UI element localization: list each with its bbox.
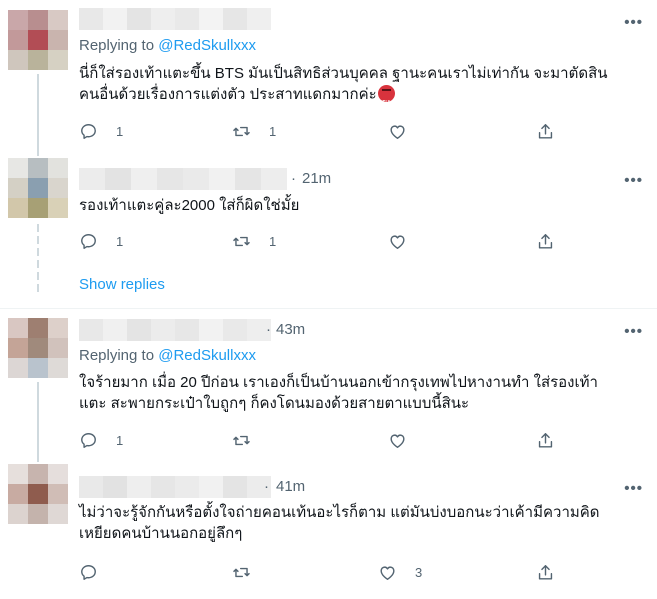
- like-count: 3: [415, 564, 423, 580]
- tweet-text: นี่ก็ใส่รองเท้าแตะขึ้น BTS มันเป็นสิทธิส…: [79, 63, 639, 114]
- avatar[interactable]: [8, 10, 68, 70]
- author-name-blurred: [79, 319, 271, 341]
- reply-button[interactable]: 1: [79, 120, 123, 142]
- replying-handle-link[interactable]: @RedSkullxxx: [158, 37, 256, 54]
- cursing-face-emoji-icon: [377, 85, 395, 114]
- reply-icon: [81, 564, 96, 580]
- tweet-1: ••• Replying to @RedSkullxxx นี่ก็ใส่รอง…: [0, 0, 657, 150]
- retweet-button[interactable]: [232, 561, 269, 583]
- separator-dot: ·: [264, 478, 269, 495]
- separator-dot: ·: [266, 321, 271, 338]
- thread-line: [37, 382, 39, 454]
- show-replies-link[interactable]: Show replies: [79, 276, 165, 293]
- retweet-button[interactable]: 1: [232, 230, 276, 252]
- tweet-text: ใจร้ายมาก เมื่อ 20 ปีก่อน เราเองก็เป็นบ้…: [79, 372, 639, 414]
- more-options-icon[interactable]: •••: [624, 323, 643, 340]
- tweet-4: · 41m ••• ไม่ว่าจะรู้จักกันหรือตั้งใจถ่า…: [0, 454, 657, 599]
- like-button[interactable]: [388, 429, 425, 451]
- thread-line: [37, 150, 39, 156]
- tweet-2: · 21m ••• รองเท้าแตะคู่ละ2000 ใส่ก็ผิดใช…: [0, 150, 657, 300]
- replying-prefix: Replying to: [79, 347, 155, 364]
- reply-icon: [81, 233, 96, 249]
- avatar[interactable]: [8, 158, 68, 218]
- retweet-count: 1: [269, 233, 277, 249]
- share-button[interactable]: [536, 120, 555, 142]
- author-name-blurred: [79, 8, 271, 30]
- tweet-actions: 1 1: [79, 120, 559, 142]
- share-button[interactable]: [536, 561, 555, 583]
- tweet-text-line-with-emoji: คนอื่นด้วยเรื่องการแต่งตัว ประสาทแดกมากค…: [79, 84, 639, 114]
- reply-count: 1: [116, 233, 124, 249]
- heart-icon: [390, 433, 405, 448]
- share-icon: [538, 123, 553, 139]
- reply-count: 1: [116, 123, 124, 139]
- thread-line: [37, 454, 39, 462]
- reply-icon: [81, 432, 96, 448]
- share-icon: [538, 564, 553, 580]
- tweet-3: · 43m ••• Replying to @RedSkullxxx ใจร้า…: [0, 309, 657, 454]
- timestamp-link[interactable]: 21m: [302, 170, 331, 187]
- reply-button[interactable]: 1: [79, 230, 123, 252]
- retweet-button[interactable]: [232, 429, 269, 451]
- author-name-blurred: [79, 476, 271, 498]
- heart-icon: [380, 565, 395, 580]
- tweet-text-line: ไม่ว่าจะรู้จักกันหรือตั้งใจถ่ายคอนเท้นอะ…: [79, 504, 600, 521]
- retweet-button[interactable]: 1: [232, 120, 276, 142]
- tweet-text-line: รองเท้าแตะคู่ละ2000 ใส่ก็ผิดใช่มั้ย: [79, 197, 300, 214]
- retweet-count: 1: [269, 123, 277, 139]
- replying-handle-link[interactable]: @RedSkullxxx: [158, 347, 256, 364]
- share-icon: [538, 233, 553, 249]
- share-button[interactable]: [536, 429, 555, 451]
- tweet-text-line: คนอื่นด้วยเรื่องการแต่งตัว ประสาทแดกมากค…: [79, 86, 377, 103]
- author-name-blurred: [79, 168, 287, 190]
- thread-line: [37, 74, 39, 150]
- retweet-icon: [233, 567, 250, 577]
- reply-count: 1: [116, 432, 124, 448]
- reply-button[interactable]: 1: [79, 429, 123, 451]
- like-button[interactable]: [388, 120, 425, 142]
- replying-to: Replying to @RedSkullxxx: [79, 37, 256, 54]
- reply-button[interactable]: [79, 561, 116, 583]
- timestamp-link[interactable]: 41m: [276, 478, 305, 495]
- more-options-icon[interactable]: •••: [624, 172, 643, 189]
- tweet-text: ไม่ว่าจะรู้จักกันหรือตั้งใจถ่ายคอนเท้นอะ…: [79, 502, 639, 544]
- tweet-text-line: นี่ก็ใส่รองเท้าแตะขึ้น BTS มันเป็นสิทธิส…: [79, 65, 608, 82]
- avatar[interactable]: [8, 318, 68, 378]
- tweet-actions: 1 1: [79, 230, 559, 252]
- more-options-icon[interactable]: •••: [624, 14, 643, 31]
- share-icon: [538, 432, 553, 448]
- tweet-text-line: ใจร้ายมาก เมื่อ 20 ปีก่อน เราเองก็เป็นบ้…: [79, 374, 598, 391]
- avatar[interactable]: [8, 464, 68, 524]
- heart-icon: [390, 234, 405, 249]
- thread-dotted-line: [37, 224, 39, 294]
- tweet-text-line: แตะ สะพายกระเป๋าใบถูกๆ ก็คงโดนมองด้วยสาย…: [79, 395, 470, 412]
- timestamp-link[interactable]: 43m: [276, 321, 305, 338]
- heart-icon: [390, 124, 405, 139]
- retweet-icon: [233, 435, 250, 445]
- replying-to: Replying to @RedSkullxxx: [79, 347, 256, 364]
- reply-icon: [81, 123, 96, 139]
- tweet-actions: 1: [79, 429, 559, 451]
- retweet-icon: [233, 236, 250, 246]
- separator-dot: ·: [291, 170, 296, 187]
- tweet-text-line: เหยียดคนบ้านนอกอยู่ลึกๆ: [79, 525, 243, 542]
- replying-prefix: Replying to: [79, 37, 155, 54]
- retweet-icon: [233, 126, 250, 136]
- like-button[interactable]: 3: [378, 561, 422, 583]
- share-button[interactable]: [536, 230, 555, 252]
- more-options-icon[interactable]: •••: [624, 480, 643, 497]
- like-button[interactable]: [388, 230, 425, 252]
- tweet-text: รองเท้าแตะคู่ละ2000 ใส่ก็ผิดใช่มั้ย: [79, 195, 639, 216]
- tweet-actions: 3: [79, 561, 559, 583]
